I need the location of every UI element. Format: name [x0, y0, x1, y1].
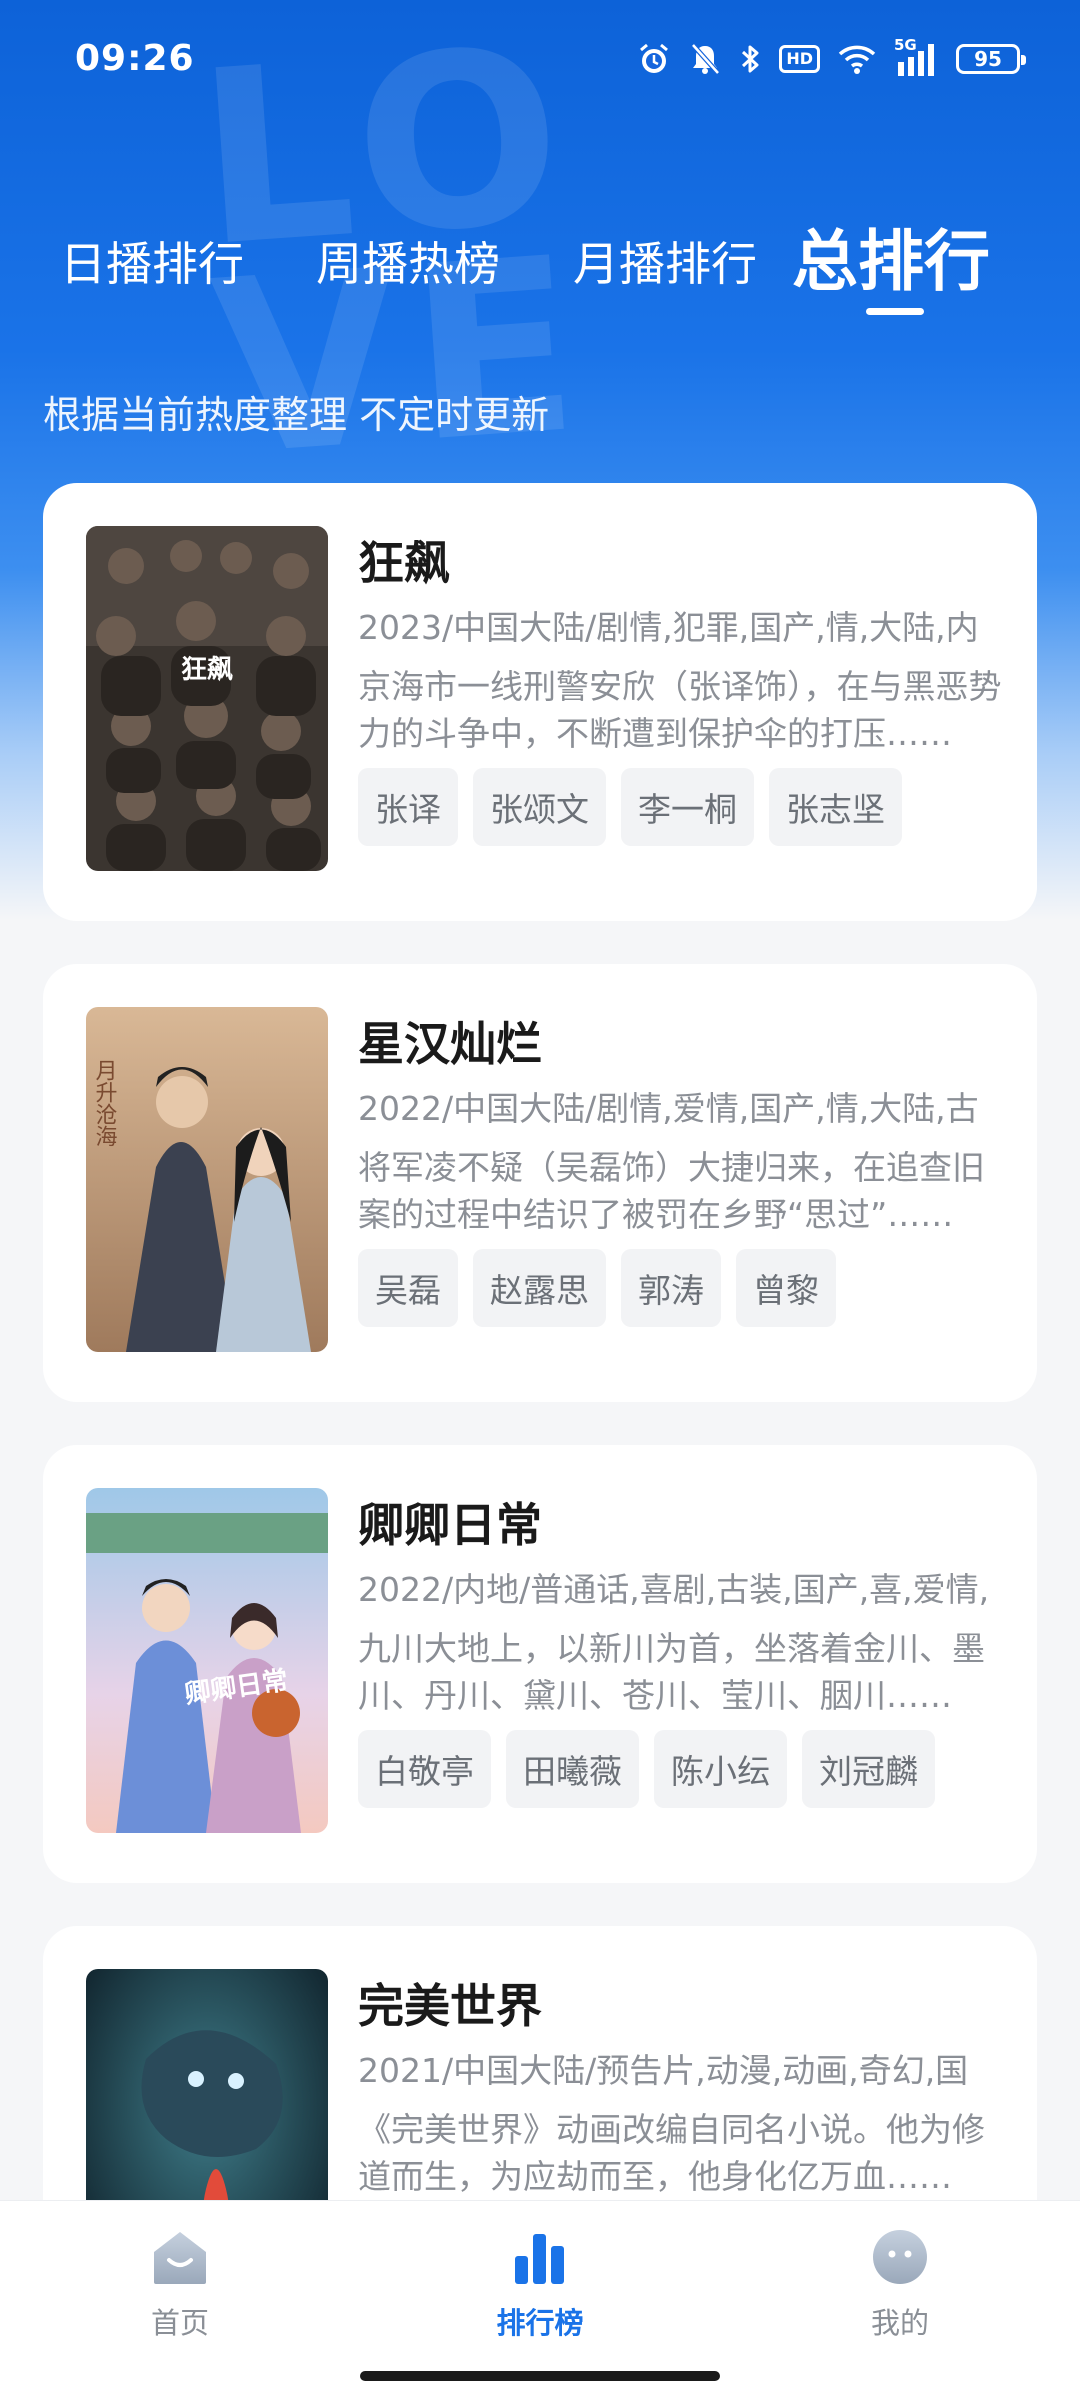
- status-bar: 09:26 HD 5G 95: [0, 0, 1080, 126]
- signal-icon: 5G: [894, 36, 938, 78]
- show-card[interactable]: 卿卿日常 卿卿日常 2022/内地/普通话,喜剧,古装,国产,喜,爱情, 九川大…: [43, 1445, 1037, 1883]
- poster-title-text: 狂飙: [181, 655, 233, 685]
- profile-icon: [869, 2226, 931, 2288]
- cast-tag[interactable]: 曾黎: [736, 1249, 836, 1327]
- battery-icon: 95: [956, 44, 1026, 74]
- show-title: 完美世界: [358, 1979, 542, 2033]
- ranking-tabs: 日播排行 周播热榜 月播排行 总排行: [0, 200, 1080, 315]
- nav-home[interactable]: 首页: [90, 2226, 270, 2342]
- show-card[interactable]: 月升沧海 星汉灿烂 2022/中国大陆/剧情,爱情,国产,情,大陆,古 将军凌不…: [43, 964, 1037, 1402]
- show-description: 九川大地上，以新川为首，坐落着金川、墨川、丹川、黛川、苍川、莹川、胭川……: [358, 1629, 985, 1715]
- ranking-icon: [509, 2226, 571, 2288]
- show-description: 京海市一线刑警安欣（张译饰），在与黑恶势力的斗争中，不断遭到保护伞的打压……: [358, 667, 1002, 753]
- cast-tag[interactable]: 吴磊: [358, 1249, 458, 1327]
- home-indicator-bar[interactable]: [360, 2371, 720, 2381]
- cast-tags: 吴磊 赵露思 郭涛 曾黎: [358, 1249, 836, 1327]
- cast-tags: 张译 张颂文 李一桐 张志坚: [358, 768, 902, 846]
- status-time: 09:26: [75, 38, 195, 79]
- show-description: 《完美世界》动画改编自同名小说。他为修道而生，为应劫而至，他身化亿万血……: [358, 2110, 985, 2196]
- nav-ranking-label: 排行榜: [496, 2306, 584, 2340]
- cast-tag[interactable]: 张译: [358, 768, 458, 846]
- show-poster[interactable]: 狂飙: [86, 526, 328, 871]
- poster-title-text: 月升沧海: [92, 1059, 118, 1147]
- active-tab-indicator: [866, 308, 924, 315]
- bottom-navigation: 首页 排行榜 我的: [0, 2200, 1080, 2400]
- show-meta: 2021/中国大陆/预告片,动漫,动画,奇幻,国: [358, 2051, 969, 2090]
- home-icon: [149, 2226, 211, 2288]
- show-title: 狂飙: [358, 536, 450, 590]
- cast-tag[interactable]: 刘冠麟: [802, 1730, 935, 1808]
- show-card[interactable]: 狂飙 狂飙 2023/中国大陆/剧情,犯罪,国产,情,大陆,内 京海市一线刑警安…: [43, 483, 1037, 921]
- show-meta: 2022/中国大陆/剧情,爱情,国产,情,大陆,古: [358, 1089, 979, 1128]
- tab-weekly[interactable]: 周播热榜: [316, 228, 500, 294]
- cast-tag[interactable]: 张志坚: [769, 768, 902, 846]
- show-title: 卿卿日常: [358, 1498, 542, 1552]
- mute-bell-icon: [689, 42, 721, 76]
- show-poster[interactable]: 卿卿日常: [86, 1488, 328, 1833]
- show-meta: 2022/内地/普通话,喜剧,古装,国产,喜,爱情,: [358, 1570, 990, 1609]
- tab-monthly[interactable]: 月播排行: [573, 228, 757, 294]
- nav-profile[interactable]: 我的: [810, 2226, 990, 2342]
- show-title: 星汉灿烂: [358, 1017, 542, 1071]
- cast-tags: 白敬亭 田曦薇 陈小纭 刘冠麟: [358, 1730, 935, 1808]
- alarm-icon: [637, 42, 671, 76]
- cast-tag[interactable]: 郭涛: [621, 1249, 721, 1327]
- hd-icon: HD: [779, 45, 820, 73]
- cast-tag[interactable]: 白敬亭: [358, 1730, 491, 1808]
- cast-tag[interactable]: 李一桐: [621, 768, 754, 846]
- bluetooth-icon: [739, 42, 761, 76]
- cast-tag[interactable]: 陈小纭: [654, 1730, 787, 1808]
- ranking-subtitle: 根据当前热度整理 不定时更新: [43, 393, 550, 437]
- cast-tag[interactable]: 张颂文: [473, 768, 606, 846]
- cast-tag[interactable]: 赵露思: [473, 1249, 606, 1327]
- tab-overall[interactable]: 总排行: [792, 208, 990, 304]
- nav-home-label: 首页: [150, 2306, 209, 2340]
- tab-daily[interactable]: 日播排行: [60, 228, 244, 294]
- show-poster[interactable]: 月升沧海: [86, 1007, 328, 1352]
- show-description: 将军凌不疑（吴磊饰）大捷归来，在追查旧案的过程中结识了被罚在乡野“思过”……: [358, 1148, 985, 1234]
- wifi-icon: [838, 43, 876, 75]
- status-icons: HD 5G 95: [637, 36, 1026, 80]
- cast-tag[interactable]: 田曦薇: [506, 1730, 639, 1808]
- nav-profile-label: 我的: [870, 2306, 929, 2340]
- nav-ranking[interactable]: 排行榜: [450, 2226, 630, 2342]
- ranking-screen: LOVE 09:26 HD 5G 95 日播排行 周: [0, 0, 1080, 2400]
- show-meta: 2023/中国大陆/剧情,犯罪,国产,情,大陆,内: [358, 608, 979, 647]
